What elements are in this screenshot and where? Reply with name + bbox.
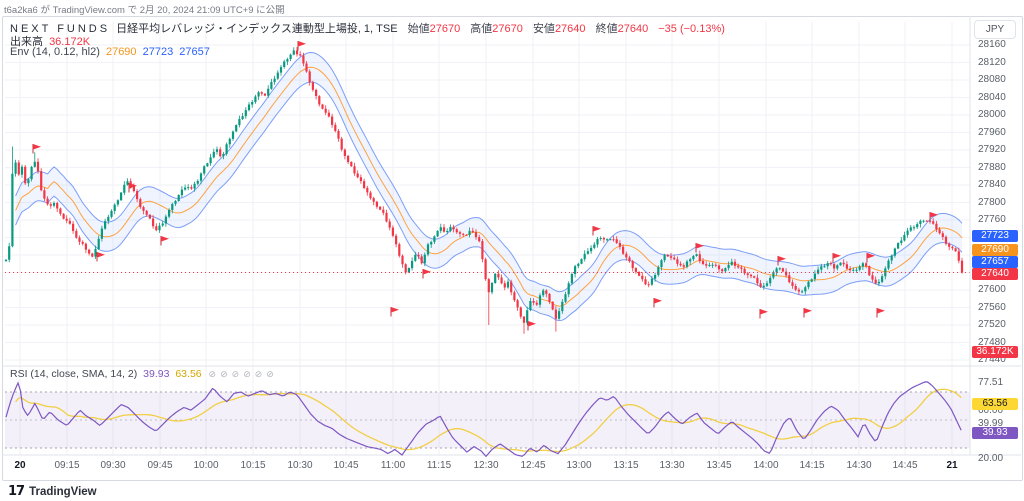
chart-canvas[interactable] [2,16,1022,479]
high-label: 高値 [470,23,492,35]
time-axis-label: 13:30 [659,460,684,472]
low-label: 安値 [533,23,555,35]
currency-button[interactable]: JPY [974,20,1016,39]
time-axis-label: 14:15 [799,460,824,472]
time-axis-label: 21 [946,460,957,472]
flag-marker[interactable] [298,41,306,51]
time-axis-label: 12:45 [520,460,545,472]
indicator-toggle-icon[interactable]: ⊘ [266,369,274,380]
price-axis-label: 28040 [978,93,1006,103]
time-axis-label: 11:00 [381,460,405,472]
symbol-description: 日経平均レバレッジ・インデックス連動型上場投, 1, TSE [116,23,397,35]
flag-marker[interactable] [654,298,662,308]
time-axis-label: 11:15 [427,460,451,472]
price-axis-label: 28160 [978,40,1006,50]
indicator-toggle-icon[interactable]: ⊘ [209,369,217,380]
flag-marker[interactable] [593,226,601,236]
time-axis-label: 09:15 [54,460,79,472]
rsi-ma-badge: 63.56 [972,398,1018,410]
time-axis-label: 20 [14,460,25,472]
tradingview-footer[interactable]: 17 TradingView [8,484,97,499]
rsi-value: 39.93 [143,368,169,380]
time-axis-label: 10:00 [193,460,218,472]
time-axis-label: 14:30 [846,460,871,472]
price-axis-label: 27880 [978,163,1006,173]
time-axis-label: 12:30 [473,460,498,472]
price-axis-label: 27800 [978,198,1006,208]
indicator-toggle-icon[interactable]: ⊘ [232,369,240,380]
last-price-badge: 27640 [972,268,1018,280]
rsi-toggle-icons: ⊘⊘⊘⊘⊘⊘ [205,368,274,380]
volume-badge: 36.172K [972,346,1018,358]
price-axis-label: 28080 [978,75,1006,85]
indicator-toggle-icon[interactable]: ⊘ [220,369,228,380]
env-lower-badge: 27657 [972,256,1018,268]
close-label: 終値 [596,23,618,35]
env-upper-value: 27723 [143,46,174,58]
rsi-value-badge: 39.93 [972,427,1018,439]
rsi-legend[interactable]: RSI (14, close, SMA, 14, 2) 39.93 63.56 … [10,368,274,380]
price-axis-label: 27760 [978,215,1006,225]
tradingview-logo-text: TradingView [29,486,97,498]
time-axis-label: 13:00 [566,460,591,472]
flag-marker[interactable] [877,308,885,318]
env-legend[interactable]: Env (14, 0.12, hl2) 27690 27723 27657 [10,46,210,58]
flag-marker[interactable] [760,309,768,319]
close-value: 27640 [618,23,649,35]
time-axis-label: 13:45 [706,460,731,472]
price-axis-label: 27560 [978,303,1006,313]
flag-marker[interactable] [97,252,105,262]
rsi-label: RSI (14, close, SMA, 14, 2) [10,368,137,380]
price-axis-label: 27600 [978,285,1006,295]
price-axis-label: 27840 [978,180,1006,190]
env-lower-value: 27657 [179,46,210,58]
rsi-axis-label: 20.00 [978,454,1003,464]
time-axis-label: 13:15 [613,460,638,472]
flag-marker[interactable] [528,321,536,331]
indicator-toggle-icon[interactable]: ⊘ [243,369,251,380]
env-basis-badge: 27690 [972,244,1018,256]
time-axis-label: 09:30 [100,460,125,472]
change-value: −35 (−0.13%) [658,23,725,35]
indicator-toggle-icon[interactable]: ⊘ [255,369,263,380]
time-axis-label: 14:45 [892,460,917,472]
time-axis-label: 10:45 [333,460,358,472]
flag-marker[interactable] [804,308,812,318]
open-label: 始値 [408,23,430,35]
env-upper-badge: 27723 [972,230,1018,242]
price-axis-label: 28000 [978,110,1006,120]
open-value: 27670 [430,23,461,35]
symbol-legend[interactable]: NEXT FUNDS 日経平均レバレッジ・インデックス連動型上場投, 1, TS… [10,20,725,36]
flag-marker[interactable] [391,307,399,317]
low-value: 27640 [555,23,586,35]
price-axis-label: 27960 [978,128,1006,138]
rsi-ma-value: 63.56 [175,368,201,380]
tradingview-snapshot: t6a2ka6 が TradingView.com で 2月 20, 2024 … [0,0,1024,501]
time-axis-label: 10:30 [287,460,312,472]
tradingview-logo-icon: 17 [8,484,24,499]
time-axis-label: 09:45 [147,460,172,472]
env-basis-value: 27690 [106,46,137,58]
time-axis-label: 10:15 [240,460,265,472]
env-label: Env (14, 0.12, hl2) [10,46,100,58]
flag-marker[interactable] [423,269,431,279]
price-axis-label: 27520 [978,320,1006,330]
price-axis-label: 27920 [978,145,1006,155]
time-axis-label: 14:00 [753,460,778,472]
rsi-axis-label: 77.51 [978,378,1003,388]
attribution-text: t6a2ka6 が TradingView.com で 2月 20, 2024 … [4,2,285,16]
price-axis-label: 28120 [978,58,1006,68]
flag-marker[interactable] [33,144,41,154]
high-value: 27670 [492,23,523,35]
